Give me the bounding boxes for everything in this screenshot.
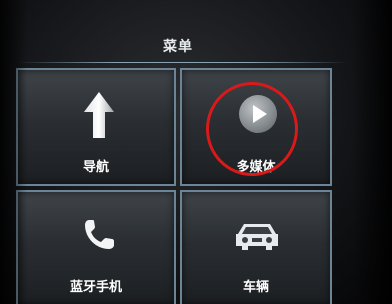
navigation-arrow-icon bbox=[84, 92, 114, 138]
tile-vehicle[interactable]: 车辆 bbox=[180, 190, 332, 304]
title-divider bbox=[18, 62, 348, 63]
tile-navigation[interactable]: 导航 bbox=[16, 68, 176, 186]
tile-label-navigation: 导航 bbox=[82, 160, 109, 175]
car-screen: 菜单 导航 多媒体 蓝牙手机 车辆 bbox=[0, 0, 392, 304]
tile-label-bluetooth-phone: 蓝牙手机 bbox=[69, 280, 122, 295]
red-circle-annotation bbox=[206, 82, 298, 176]
page-title: 菜单 bbox=[163, 39, 193, 55]
phone-icon bbox=[85, 220, 114, 249]
tile-label-vehicle: 车辆 bbox=[242, 280, 269, 295]
car-icon bbox=[236, 224, 278, 250]
tile-bluetooth-phone[interactable]: 蓝牙手机 bbox=[16, 190, 176, 304]
